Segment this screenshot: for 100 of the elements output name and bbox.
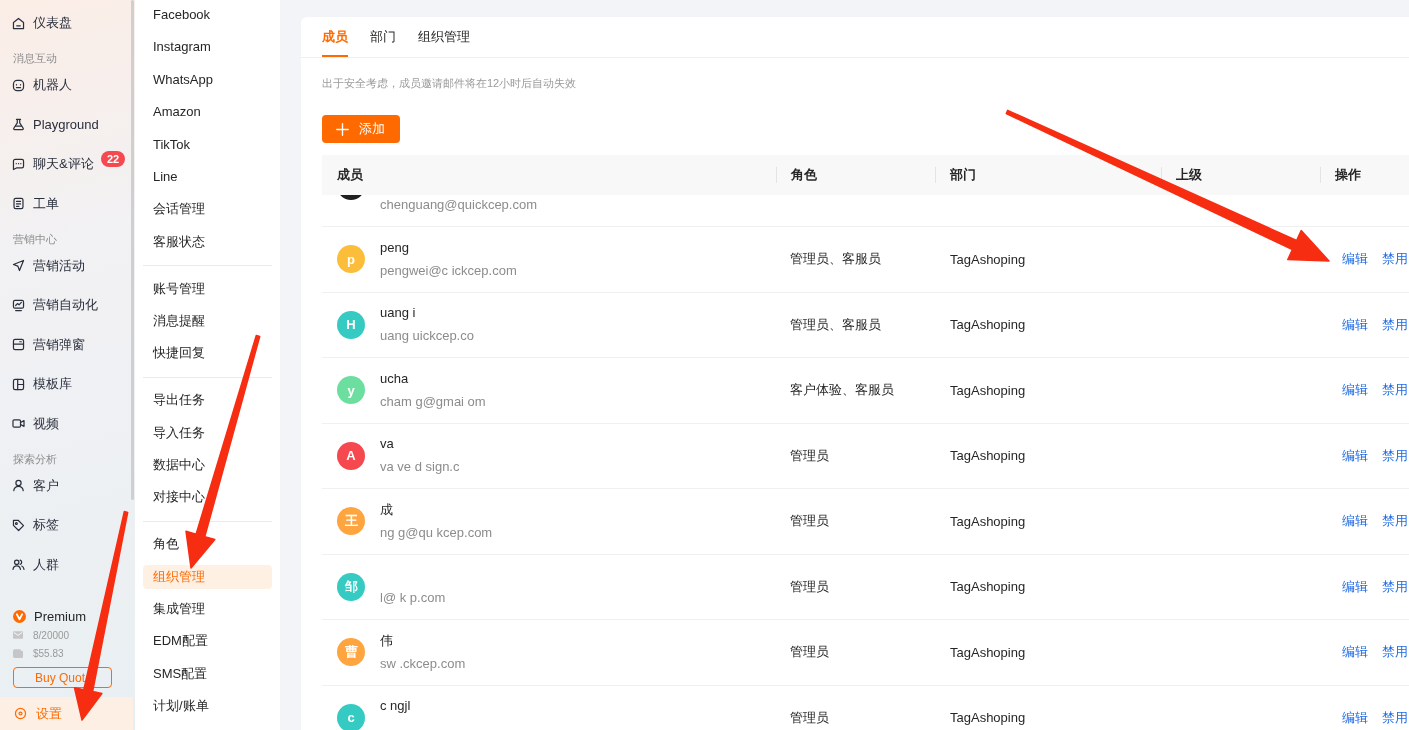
nav-item[interactable]: 模板库: [0, 367, 131, 401]
nav-item[interactable]: 营销弹窗: [0, 327, 131, 362]
member-role: 客户体验、客服员: [790, 382, 894, 398]
email-quota: 8/20000: [33, 629, 70, 641]
flask-icon: [12, 118, 25, 131]
monitor-chart-icon: [12, 298, 25, 312]
sub-nav-item[interactable]: TikTok: [143, 132, 272, 157]
scrollbar[interactable]: [131, 0, 134, 500]
member-department: TagAshoping: [950, 710, 1026, 726]
member-role: 管理员、客服员: [790, 251, 881, 267]
avatar: c: [337, 703, 365, 730]
sub-nav-item[interactable]: 对接中心: [143, 485, 272, 510]
sub-nav-item[interactable]: 快捷回复: [143, 341, 272, 366]
member-name: 成: [380, 500, 394, 519]
plan-name: Premium: [34, 608, 86, 624]
nav-item[interactable]: 营销自动化: [0, 288, 131, 322]
sub-nav-item[interactable]: 导出任务: [143, 388, 272, 413]
nav-item[interactable]: 营销活动: [0, 248, 131, 283]
disable-link[interactable]: 禁用: [1382, 708, 1408, 727]
avatar: 王: [337, 507, 365, 536]
tab[interactable]: 组织管理: [418, 17, 470, 57]
member-email: uang uickcep.co: [380, 327, 474, 346]
window-icon: [12, 338, 25, 351]
count-badge: 22: [101, 151, 126, 167]
nav-item[interactable]: 客户: [0, 468, 131, 503]
edit-link[interactable]: 编辑: [1342, 381, 1368, 400]
video-icon: [12, 417, 25, 430]
tab[interactable]: 部门: [370, 17, 396, 57]
disable-link[interactable]: 禁用: [1382, 446, 1408, 465]
robot-icon: [12, 78, 25, 92]
edit-link[interactable]: 编辑: [1342, 512, 1368, 531]
sub-nav-item[interactable]: 导入任务: [143, 420, 272, 445]
member-email: ng g@qu kcep.com: [380, 523, 493, 542]
nav-item[interactable]: 仪表盘: [0, 6, 131, 40]
sub-nav-item[interactable]: SMS配置: [143, 661, 272, 686]
member-department: TagAshoping: [950, 251, 1026, 267]
sub-nav-item[interactable]: 角色: [143, 532, 272, 557]
balance-amount: $55.83: [33, 647, 64, 659]
disable-link[interactable]: 禁用: [1382, 381, 1408, 400]
edit-link[interactable]: 编辑: [1342, 250, 1368, 269]
member-email: cham g@gmai om: [380, 392, 486, 411]
member-name: va: [380, 435, 395, 454]
column-header: 成员: [336, 166, 364, 184]
nav-item[interactable]: 机器人: [0, 68, 131, 102]
nav-item[interactable]: 标签: [0, 508, 131, 542]
edit-link[interactable]: 编辑: [1342, 315, 1368, 334]
member-role: 管理员: [790, 578, 829, 594]
nav-item[interactable]: Playground: [0, 107, 131, 142]
sub-nav-item[interactable]: 计划/账单: [143, 694, 272, 718]
sub-nav-item[interactable]: WhatsApp: [143, 67, 272, 92]
column-header: 上级: [1161, 165, 1320, 185]
disable-link[interactable]: 禁用: [1382, 643, 1408, 662]
premium-badge-icon: [13, 609, 26, 623]
column-header: 操作: [1320, 165, 1409, 185]
member-role: 管理员、客服员: [790, 316, 881, 332]
member-name: ucha: [380, 369, 410, 388]
section-label: 探索分析: [12, 451, 57, 467]
column-header: 角色: [776, 165, 935, 185]
sub-nav-item[interactable]: Line: [143, 164, 272, 189]
users-icon: [12, 558, 25, 571]
disable-link[interactable]: 禁用: [1382, 250, 1408, 269]
user-icon: [12, 479, 25, 492]
edit-link[interactable]: 编辑: [1342, 708, 1368, 727]
document-icon: [12, 197, 25, 210]
member-email: pengwei@c ickcep.com: [380, 261, 517, 280]
member-role: 管理员: [790, 644, 829, 660]
nav-item[interactable]: 聊天&评论 22: [0, 147, 131, 181]
sub-nav-item[interactable]: 账号管理: [143, 276, 272, 301]
disable-link[interactable]: 禁用: [1382, 577, 1408, 596]
sub-nav-item[interactable]: EDM配置: [143, 629, 272, 654]
member-email: sw .ckcep.com: [380, 654, 466, 673]
sub-nav-item[interactable]: 集成管理: [143, 596, 272, 621]
sub-nav-item[interactable]: Amazon: [143, 100, 272, 125]
member-role: 管理员: [790, 513, 829, 529]
sub-nav-item[interactable]: 会话管理: [143, 197, 272, 222]
section-label: 消息互动: [12, 51, 57, 66]
nav-item[interactable]: 视频: [0, 406, 131, 441]
mail-icon: [13, 631, 23, 639]
sub-nav-item[interactable]: 消息提醒: [143, 308, 272, 333]
avatar: H: [337, 310, 365, 339]
settings-icon: [14, 707, 27, 720]
sub-nav-item[interactable]: 客服状态: [143, 229, 272, 254]
sub-nav-item[interactable]: Instagram: [143, 35, 272, 60]
disable-link[interactable]: 禁用: [1382, 315, 1408, 334]
tag-icon: [12, 518, 25, 532]
edit-link[interactable]: 编辑: [1342, 446, 1368, 465]
member-name: uang i: [380, 304, 417, 323]
sub-nav-item[interactable]: Facebook: [143, 3, 272, 27]
disable-link[interactable]: 禁用: [1382, 512, 1408, 531]
sub-nav-item[interactable]: 数据中心: [143, 452, 272, 477]
member-name: peng: [380, 238, 410, 257]
nav-item[interactable]: 工单: [0, 186, 131, 221]
edit-link[interactable]: 编辑: [1342, 643, 1368, 662]
member-email: l@ k p.com: [380, 589, 446, 608]
member-department: TagAshoping: [950, 513, 1026, 529]
nav-item[interactable]: 人群: [0, 547, 131, 582]
member-department: TagAshoping: [950, 644, 1026, 660]
edit-link[interactable]: 编辑: [1342, 577, 1368, 596]
plus-icon: [336, 122, 349, 136]
avatar: p: [337, 245, 365, 274]
